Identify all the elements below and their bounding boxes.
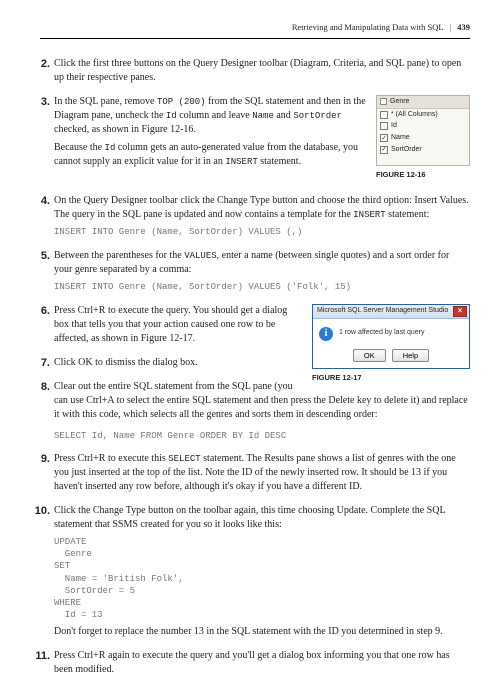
step-11: Press Ctrl+R again to execute the query … — [40, 649, 470, 677]
fig16-row-label: Id — [391, 121, 397, 131]
code-inline: INSERT — [353, 210, 385, 220]
txt: checked, as shown in Figure 12-16. — [54, 124, 196, 135]
txt: statement: — [386, 209, 430, 220]
fig16-row-name: Name — [377, 132, 469, 144]
dialog-title: Microsoft SQL Server Management Studio — [317, 306, 448, 316]
step-list: Click the first three buttons on the Que… — [40, 57, 470, 677]
step-11-text: Press Ctrl+R again to execute the query … — [54, 649, 470, 677]
step-9-text: Press Ctrl+R to execute this SELECT stat… — [54, 452, 470, 494]
checkbox-id[interactable] — [380, 122, 388, 130]
page-number: 439 — [457, 22, 470, 32]
step-10-p2: Don't forget to replace the number 13 in… — [54, 625, 470, 639]
step-4: On the Query Designer toolbar click the … — [40, 194, 470, 239]
txt: column and leave — [177, 110, 253, 121]
code-inline: Id — [105, 143, 116, 153]
figure-12-16: Genre * (All Columns) Id Name SortOrder — [376, 95, 470, 166]
code-inline: TOP (200) — [157, 97, 206, 107]
fig16-row-label: * (All Columns) — [391, 110, 438, 120]
code-inline: VALUES — [184, 251, 216, 261]
fig16-header: Genre — [377, 96, 469, 109]
step-4-p1: On the Query Designer toolbar click the … — [54, 194, 470, 222]
code-inline: INSERT — [225, 157, 257, 167]
step-4-code: INSERT INTO Genre (Name, SortOrder) VALU… — [54, 226, 470, 239]
step-5-code: INSERT INTO Genre (Name, SortOrder) VALU… — [54, 281, 470, 294]
txt: Press Ctrl+R to execute this — [54, 453, 168, 464]
checkbox-sortorder[interactable] — [380, 146, 388, 154]
step-10-code: UPDATE Genre SET Name = 'British Folk', … — [54, 536, 470, 621]
dialog-titlebar: Microsoft SQL Server Management Studio × — [313, 305, 469, 319]
fig16-row-id: Id — [377, 120, 469, 132]
figure-12-16-wrap: Genre * (All Columns) Id Name SortOrder — [376, 95, 470, 180]
step-7-text: Click OK to dismiss the dialog box. — [54, 356, 470, 370]
txt: and — [274, 110, 293, 121]
fig16-row-label: Name — [391, 133, 410, 143]
step-2-text: Click the first three buttons on the Que… — [54, 57, 470, 85]
step-8-text: Clear out the entire SQL statement from … — [54, 380, 470, 422]
fig16-row-allcols: * (All Columns) — [377, 109, 469, 121]
step-5: Between the parentheses for the VALUES, … — [40, 249, 470, 294]
step-8: Clear out the entire SQL statement from … — [40, 380, 470, 443]
dialog-message: 1 row affected by last query — [339, 327, 424, 338]
info-icon: i — [319, 327, 333, 341]
step-5-p1: Between the parentheses for the VALUES, … — [54, 249, 470, 277]
checkbox-allcolumns[interactable] — [380, 111, 388, 119]
step-10-p1: Click the Change Type button on the tool… — [54, 504, 470, 532]
step-10: Click the Change Type button on the tool… — [40, 504, 470, 639]
fig16-row-sortorder: SortOrder — [377, 144, 469, 156]
code-inline: SortOrder — [293, 111, 342, 121]
step-8-code: SELECT Id, Name FROM Genre ORDER BY Id D… — [54, 430, 470, 443]
header-title: Retrieving and Manipulating Data with SQ… — [292, 22, 443, 32]
txt: Because the — [54, 142, 105, 153]
dialog-body: i 1 row affected by last query — [313, 319, 469, 345]
step-7: Click OK to dismiss the dialog box. — [40, 356, 470, 370]
checkbox-name[interactable] — [380, 134, 388, 142]
figure-12-16-caption: FIGURE 12-16 — [376, 170, 470, 181]
txt: statement. — [258, 156, 301, 167]
txt: In the SQL pane, remove — [54, 96, 157, 107]
close-icon[interactable]: × — [453, 306, 467, 317]
step-6: Microsoft SQL Server Management Studio ×… — [40, 304, 470, 346]
step-9: Press Ctrl+R to execute this SELECT stat… — [40, 452, 470, 494]
fig16-header-label: Genre — [390, 97, 409, 107]
code-inline: Name — [252, 111, 274, 121]
table-icon — [380, 98, 387, 105]
figure-12-17-wrap: Microsoft SQL Server Management Studio ×… — [312, 304, 470, 384]
code-inline: SELECT — [168, 454, 200, 464]
page-header: Retrieving and Manipulating Data with SQ… — [40, 22, 470, 39]
step-2: Click the first three buttons on the Que… — [40, 57, 470, 85]
fig16-row-label: SortOrder — [391, 145, 422, 155]
step-3: Genre * (All Columns) Id Name SortOrder — [40, 95, 470, 184]
txt: Between the parentheses for the — [54, 250, 184, 261]
header-divider: | — [449, 22, 451, 32]
fig16-blank — [377, 156, 469, 165]
code-inline: Id — [166, 111, 177, 121]
